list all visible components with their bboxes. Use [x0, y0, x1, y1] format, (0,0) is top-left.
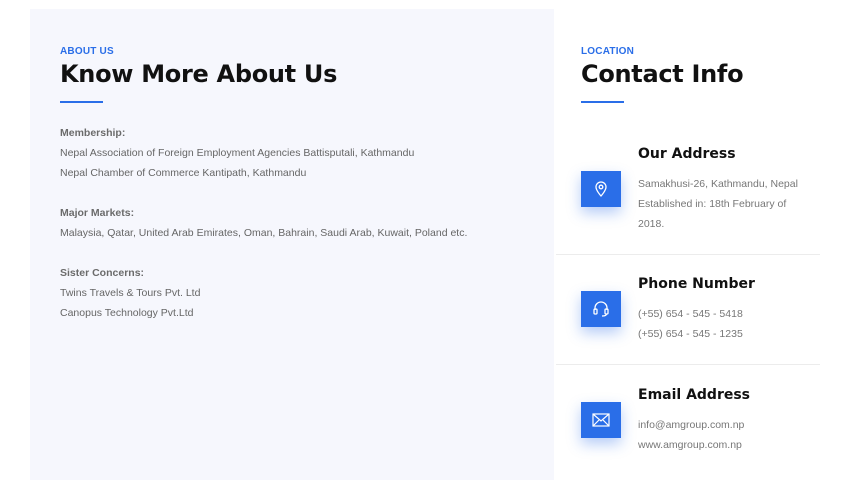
markets-block: Major Markets: Malaysia, Qatar, United A…: [60, 203, 467, 243]
contact-eyebrow: LOCATION: [581, 46, 635, 57]
sister-concern-line: Canopus Technology Pvt.Ltd: [60, 307, 194, 319]
envelope-icon: [581, 402, 621, 438]
markets-line: Malaysia, Qatar, United Arab Emirates, O…: [60, 227, 468, 239]
contact-email-item: Email Address info@amgroup.com.np www.am…: [556, 381, 820, 476]
sister-concerns-label: Sister Concerns:: [60, 267, 145, 279]
membership-label: Membership:: [60, 127, 126, 139]
email-title: Email Address: [638, 387, 751, 403]
address-lines: Samakhusi-26, Kathmandu, Nepal Establish…: [638, 174, 813, 234]
contact-divider: [556, 364, 820, 365]
address-line: Samakhusi-26, Kathmandu, Nepal: [638, 178, 798, 190]
membership-line: Nepal Association of Foreign Employment …: [60, 147, 415, 159]
about-heading: Know More About Us: [60, 60, 338, 88]
contact-heading-underline: [581, 101, 624, 103]
headset-icon: [581, 291, 621, 327]
sister-concern-line: Twins Travels & Tours Pvt. Ltd: [60, 287, 201, 299]
membership-line: Nepal Chamber of Commerce Kantipath, Kat…: [60, 167, 307, 179]
address-line: Established in: 18th February of 2018.: [638, 198, 787, 230]
sister-concerns-block: Sister Concerns: Twins Travels & Tours P…: [60, 263, 200, 323]
about-heading-underline: [60, 101, 103, 103]
phone-number[interactable]: (+55) 654 - 545 - 1235: [638, 324, 813, 344]
about-eyebrow: ABOUT US: [60, 46, 114, 57]
location-pin-icon: [581, 171, 621, 207]
phone-title: Phone Number: [638, 276, 755, 292]
membership-block: Membership: Nepal Association of Foreign…: [60, 123, 414, 183]
address-title: Our Address: [638, 146, 736, 162]
phone-number[interactable]: (+55) 654 - 545 - 5418: [638, 304, 813, 324]
contact-divider: [556, 254, 820, 255]
email-lines: info@amgroup.com.np www.amgroup.com.np: [638, 415, 813, 455]
contact-phone-item: Phone Number (+55) 654 - 545 - 5418 (+55…: [556, 270, 820, 360]
website-link[interactable]: www.amgroup.com.np: [638, 435, 813, 455]
contact-address-item: Our Address Samakhusi-26, Kathmandu, Nep…: [556, 140, 820, 250]
markets-label: Major Markets:: [60, 207, 135, 219]
contact-heading: Contact Info: [581, 60, 744, 88]
phone-lines: (+55) 654 - 545 - 5418 (+55) 654 - 545 -…: [638, 304, 813, 344]
email-link[interactable]: info@amgroup.com.np: [638, 415, 813, 435]
